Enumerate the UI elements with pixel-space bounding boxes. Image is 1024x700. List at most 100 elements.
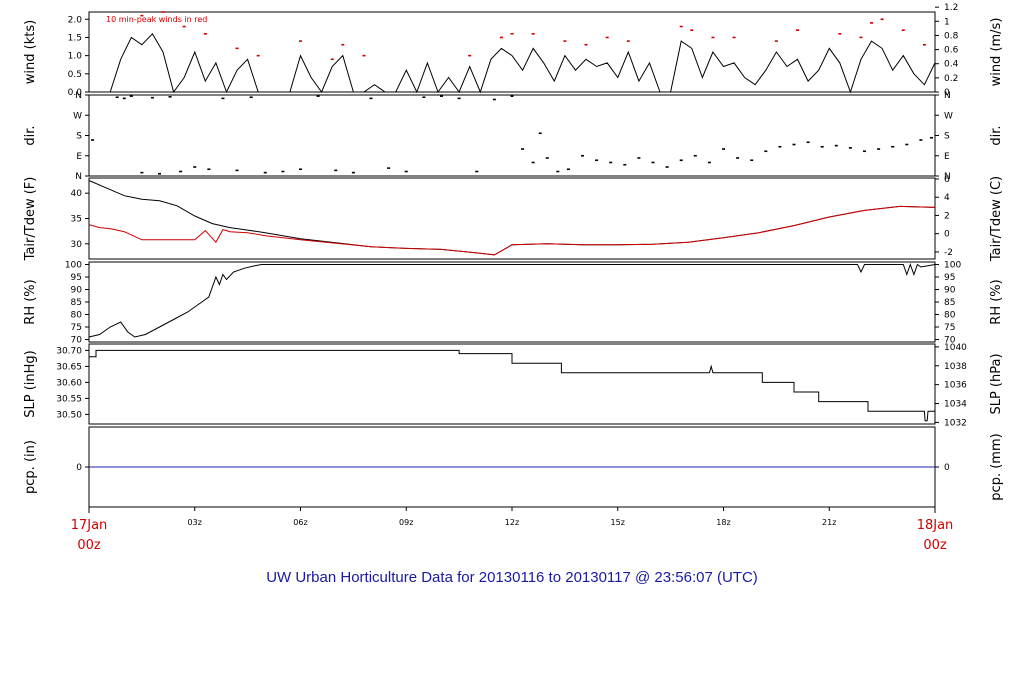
dir-point <box>679 159 683 162</box>
dir-point <box>91 139 95 141</box>
dir-point <box>122 97 126 100</box>
temp-panel <box>85 177 939 260</box>
wind-right-tick-label: 0.6 <box>944 46 959 56</box>
dir-point <box>905 143 909 146</box>
rh-right-tick-label: 85 <box>944 298 955 308</box>
dir-panel <box>85 94 939 177</box>
wind-point <box>901 29 905 31</box>
wind-point <box>235 47 239 50</box>
wind-left-tick-label: 1.5 <box>68 33 82 43</box>
temp-frame <box>88 177 936 260</box>
wind-right-tick-label: 1.2 <box>944 3 958 13</box>
wind-left-tick-label: 0.5 <box>68 70 82 80</box>
wind-ylabel-right: wind (m/s) <box>989 18 1004 87</box>
dir-point <box>806 141 810 144</box>
pcp-ylabel-right: pcp. (mm) <box>989 433 1004 500</box>
dir-point <box>919 139 923 141</box>
wind-point <box>679 25 683 28</box>
temp-ylabel: Tair/Tdew (F) <box>23 177 38 262</box>
dir-point <box>545 157 549 159</box>
dir-point <box>651 161 655 164</box>
dir-point <box>440 95 443 97</box>
dir-point <box>115 96 119 99</box>
wind-point <box>711 36 715 39</box>
x-tick-label: 12z <box>505 518 519 527</box>
dir-point <box>404 170 408 173</box>
wind-point <box>299 40 302 42</box>
wind-point <box>499 36 503 39</box>
dir-point <box>193 166 197 168</box>
dir-point <box>764 150 768 153</box>
dir-point <box>334 169 338 172</box>
wind-point <box>203 33 207 35</box>
wind-point <box>626 40 630 42</box>
dir-point <box>834 144 838 147</box>
dir-ylabel: dir. <box>23 125 38 145</box>
wind-point <box>859 36 863 39</box>
slp-left-tick-label: 30.65 <box>56 362 82 372</box>
dir-point <box>510 95 514 97</box>
rh-right-tick-label: 80 <box>944 311 956 321</box>
rh-left-tick-label: 85 <box>71 298 82 308</box>
slp-left-tick-label: 30.50 <box>56 410 82 420</box>
slp-ylabel: SLP (inHg) <box>23 350 38 418</box>
dir-point <box>929 136 933 139</box>
temp-right-tick-label: 4 <box>944 193 950 203</box>
wind-point <box>796 29 800 31</box>
dir-point <box>249 96 253 99</box>
pcp-right-tick-label: 0 <box>944 463 950 473</box>
wind-point <box>880 18 884 21</box>
dir-point <box>387 167 391 169</box>
slp-right-tick-label: 1032 <box>944 418 967 428</box>
wind-point <box>341 43 345 46</box>
temp-right-tick-label: 0 <box>944 230 950 240</box>
dir-point <box>263 171 267 174</box>
slp-left-tick-label: 30.60 <box>56 378 82 388</box>
dir-point <box>820 145 824 148</box>
x-end-hour-label: 00z <box>923 538 947 553</box>
wind-left-tick-label: 2.0 <box>68 15 83 25</box>
dir-right-tick-label: N <box>944 91 951 101</box>
dir-point <box>623 163 627 166</box>
dir-point <box>722 148 725 150</box>
temp-left-tick-label: 30 <box>71 240 83 250</box>
dir-point <box>665 166 669 168</box>
dir-point <box>140 171 144 174</box>
dir-point <box>877 148 881 150</box>
temp-right-tick-label: 2 <box>944 211 950 221</box>
slp-right-tick-label: 1038 <box>944 362 967 372</box>
temp-left-tick-label: 35 <box>71 215 82 225</box>
dir-point <box>457 97 461 100</box>
rh-ylabel: RH (%) <box>23 279 38 324</box>
dir-point <box>637 157 641 159</box>
x-end-date-label: 18Jan <box>917 518 954 533</box>
rh-right-tick-label: 95 <box>944 273 955 283</box>
meteogram-chart: 0.00.51.01.52.000.20.40.60.811.2wind (kt… <box>23 3 1004 586</box>
wind-ylabel: wind (kts) <box>23 20 38 84</box>
rh-right-tick-label: 90 <box>944 286 956 296</box>
dir-point <box>316 95 320 97</box>
dir-point <box>556 170 560 173</box>
dir-point <box>150 96 154 99</box>
dir-point <box>207 168 211 171</box>
dir-point <box>129 95 133 97</box>
dir-left-tick-label: E <box>76 152 82 162</box>
slp-ylabel-right: SLP (hPa) <box>989 353 1004 414</box>
rh-left-tick-label: 95 <box>71 273 82 283</box>
wind-point <box>362 54 366 57</box>
dir-point <box>848 147 852 149</box>
temp-right-tick-label: 6 <box>944 175 950 185</box>
dir-point <box>521 148 525 150</box>
dir-point <box>736 157 740 159</box>
wind-right-tick-label: 0.8 <box>944 31 959 41</box>
wind-point <box>690 29 694 31</box>
dir-point <box>158 172 161 175</box>
dir-point <box>595 159 599 162</box>
slp-right-tick-label: 1040 <box>944 343 967 353</box>
dir-point <box>792 143 796 146</box>
rh-left-tick-label: 100 <box>65 261 82 271</box>
wind-point <box>922 43 926 46</box>
wind-point <box>584 43 588 46</box>
wind-right-tick-label: 1 <box>944 17 950 27</box>
x-tick-label: 15z <box>611 518 625 527</box>
